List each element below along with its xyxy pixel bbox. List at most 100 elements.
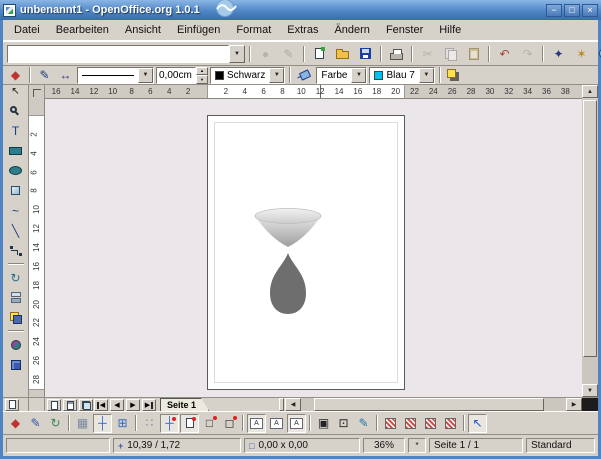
save-document-button[interactable]	[355, 44, 376, 64]
last-page-button[interactable]: ▶	[142, 399, 156, 411]
scroll-left-button[interactable]	[285, 398, 301, 411]
snap-to-object-points-button[interactable]: ◻	[220, 414, 239, 433]
open-document-button[interactable]	[332, 44, 353, 64]
minimize-button[interactable]	[546, 4, 562, 17]
close-button[interactable]	[582, 4, 598, 17]
zoom-button[interactable]	[5, 101, 27, 120]
status-position-segment[interactable]: + 10,39 / 1,72	[113, 438, 241, 453]
menu-hilfe[interactable]: Hilfe	[431, 22, 469, 38]
simple-handles-button[interactable]: ▣	[314, 414, 333, 433]
fill-type-dropdown-button[interactable]	[351, 68, 366, 83]
line-dialog-button[interactable]: ✎	[35, 67, 54, 84]
status-page-segment[interactable]: Seite 1 / 1	[429, 438, 523, 453]
line-width-down-button[interactable]	[196, 75, 208, 84]
previous-page-button[interactable]: ◀	[110, 399, 124, 411]
menu-datei[interactable]: Datei	[6, 22, 48, 38]
text-placeholder-button[interactable]	[381, 414, 400, 433]
fill-type-select[interactable]: Farbe	[316, 67, 367, 84]
first-page-button[interactable]: ◀	[94, 399, 108, 411]
hyperlink-globe-button[interactable]	[594, 44, 601, 64]
menu-einfuegen[interactable]: Einfügen	[169, 22, 228, 38]
paste-button[interactable]	[463, 44, 484, 64]
horizontal-ruler[interactable]: 1614121086422468101214161820222426283032…	[45, 85, 582, 99]
scroll-right-button[interactable]	[566, 398, 582, 411]
edit-points-mode-button[interactable]: ◆	[6, 414, 25, 433]
menu-format[interactable]: Format	[228, 22, 279, 38]
vertical-scroll-track[interactable]	[582, 99, 598, 384]
rectangle-button[interactable]	[5, 141, 27, 160]
double-click-to-edit-text-button[interactable]: A	[287, 414, 306, 433]
fill-color-select[interactable]: Blau 7	[369, 67, 434, 84]
arrow-style-button[interactable]: ↔	[56, 67, 75, 84]
curve-button[interactable]: ~	[5, 201, 27, 220]
navigator-button[interactable]: ✦	[548, 44, 569, 64]
menu-extras[interactable]: Extras	[279, 22, 326, 38]
status-style-segment[interactable]: Standard	[526, 438, 595, 453]
scroll-down-button[interactable]	[582, 384, 598, 397]
rotate-button[interactable]: ↻	[5, 268, 27, 287]
show-helplines-button[interactable]: ┼	[93, 414, 112, 433]
vertical-scroll-thumb[interactable]	[583, 100, 597, 357]
line-color-select[interactable]: Schwarz	[210, 67, 285, 84]
autopilot-star-button[interactable]: ✶	[571, 44, 592, 64]
picture-placeholder-button[interactable]	[401, 414, 420, 433]
menu-ansicht[interactable]: Ansicht	[117, 22, 169, 38]
line-style-select[interactable]	[77, 67, 154, 84]
new-document-button[interactable]	[309, 44, 330, 64]
snap-to-grid-button[interactable]: ⊞	[113, 414, 132, 433]
stop-loading-button[interactable]: ●	[255, 44, 276, 64]
select-button[interactable]: ↖	[5, 86, 27, 99]
effects-button[interactable]	[5, 335, 27, 354]
vertical-scrollbar[interactable]	[582, 99, 598, 397]
alignment-button[interactable]	[5, 288, 27, 307]
quick-edit-button[interactable]: A	[247, 414, 266, 433]
vertical-ruler[interactable]: 246810121416182022242628	[29, 99, 45, 397]
cut-button[interactable]: ✂	[417, 44, 438, 64]
url-dropdown-button[interactable]	[229, 45, 245, 63]
rotation-mode-after-click-button[interactable]: ↻	[46, 414, 65, 433]
show-snap-lines-button[interactable]: ∷	[140, 414, 159, 433]
exit-all-groups-button[interactable]: ↖	[468, 414, 487, 433]
print-document-button[interactable]	[386, 44, 407, 64]
menu-fenster[interactable]: Fenster	[378, 22, 431, 38]
arrange-button[interactable]	[5, 308, 27, 327]
ruler-origin-box[interactable]	[29, 85, 45, 99]
redo-button[interactable]: ↷	[517, 44, 538, 64]
status-zoom-segment[interactable]: 36%	[363, 438, 405, 453]
object-placeholder-button[interactable]	[421, 414, 440, 433]
horizontal-scrollbar[interactable]	[285, 398, 582, 411]
snap-to-page-margins-button[interactable]	[180, 414, 199, 433]
next-page-button[interactable]: ▶	[126, 399, 140, 411]
connector-button[interactable]	[5, 241, 27, 260]
line-width-up-button[interactable]	[196, 67, 208, 76]
ellipse-button[interactable]	[5, 161, 27, 180]
tab-scroll-splitter[interactable]	[279, 398, 284, 411]
area-dialog-button[interactable]	[295, 67, 314, 84]
url-input[interactable]	[7, 45, 229, 63]
layer-view-button[interactable]	[79, 399, 93, 411]
menu-bearbeiten[interactable]: Bearbeiten	[48, 22, 117, 38]
show-grid-button[interactable]: ▦	[73, 414, 92, 433]
line-width-input[interactable]	[156, 67, 196, 84]
title-bar[interactable]: unbenannt1 - OpenOffice.org 1.0.1	[0, 0, 601, 20]
master-view-button[interactable]	[63, 399, 77, 411]
all-placeholders-button[interactable]	[441, 414, 460, 433]
edit-points-button[interactable]: ◆	[6, 67, 25, 84]
modify-with-attributes-button[interactable]: ✎	[354, 414, 373, 433]
edit-file-button[interactable]: ✎	[278, 44, 299, 64]
fill-color-dropdown-button[interactable]	[419, 68, 434, 83]
drawing-canvas[interactable]	[45, 99, 582, 397]
horizontal-scroll-thumb[interactable]	[314, 398, 544, 411]
maximize-button[interactable]	[564, 4, 580, 17]
horizontal-scroll-track[interactable]	[301, 398, 566, 411]
large-handles-button[interactable]: ⊡	[334, 414, 353, 433]
scroll-up-button[interactable]	[582, 85, 598, 98]
line-style-dropdown-button[interactable]	[138, 68, 153, 83]
menu-aendern[interactable]: Ändern	[326, 22, 377, 38]
page-fit-button[interactable]	[5, 399, 19, 411]
page-tab[interactable]: Seite 1	[160, 398, 209, 411]
snap-to-object-frame-button[interactable]: □	[200, 414, 219, 433]
undo-button[interactable]: ↶	[494, 44, 515, 64]
copy-button[interactable]	[440, 44, 461, 64]
select-text-area-only-button[interactable]: A	[267, 414, 286, 433]
